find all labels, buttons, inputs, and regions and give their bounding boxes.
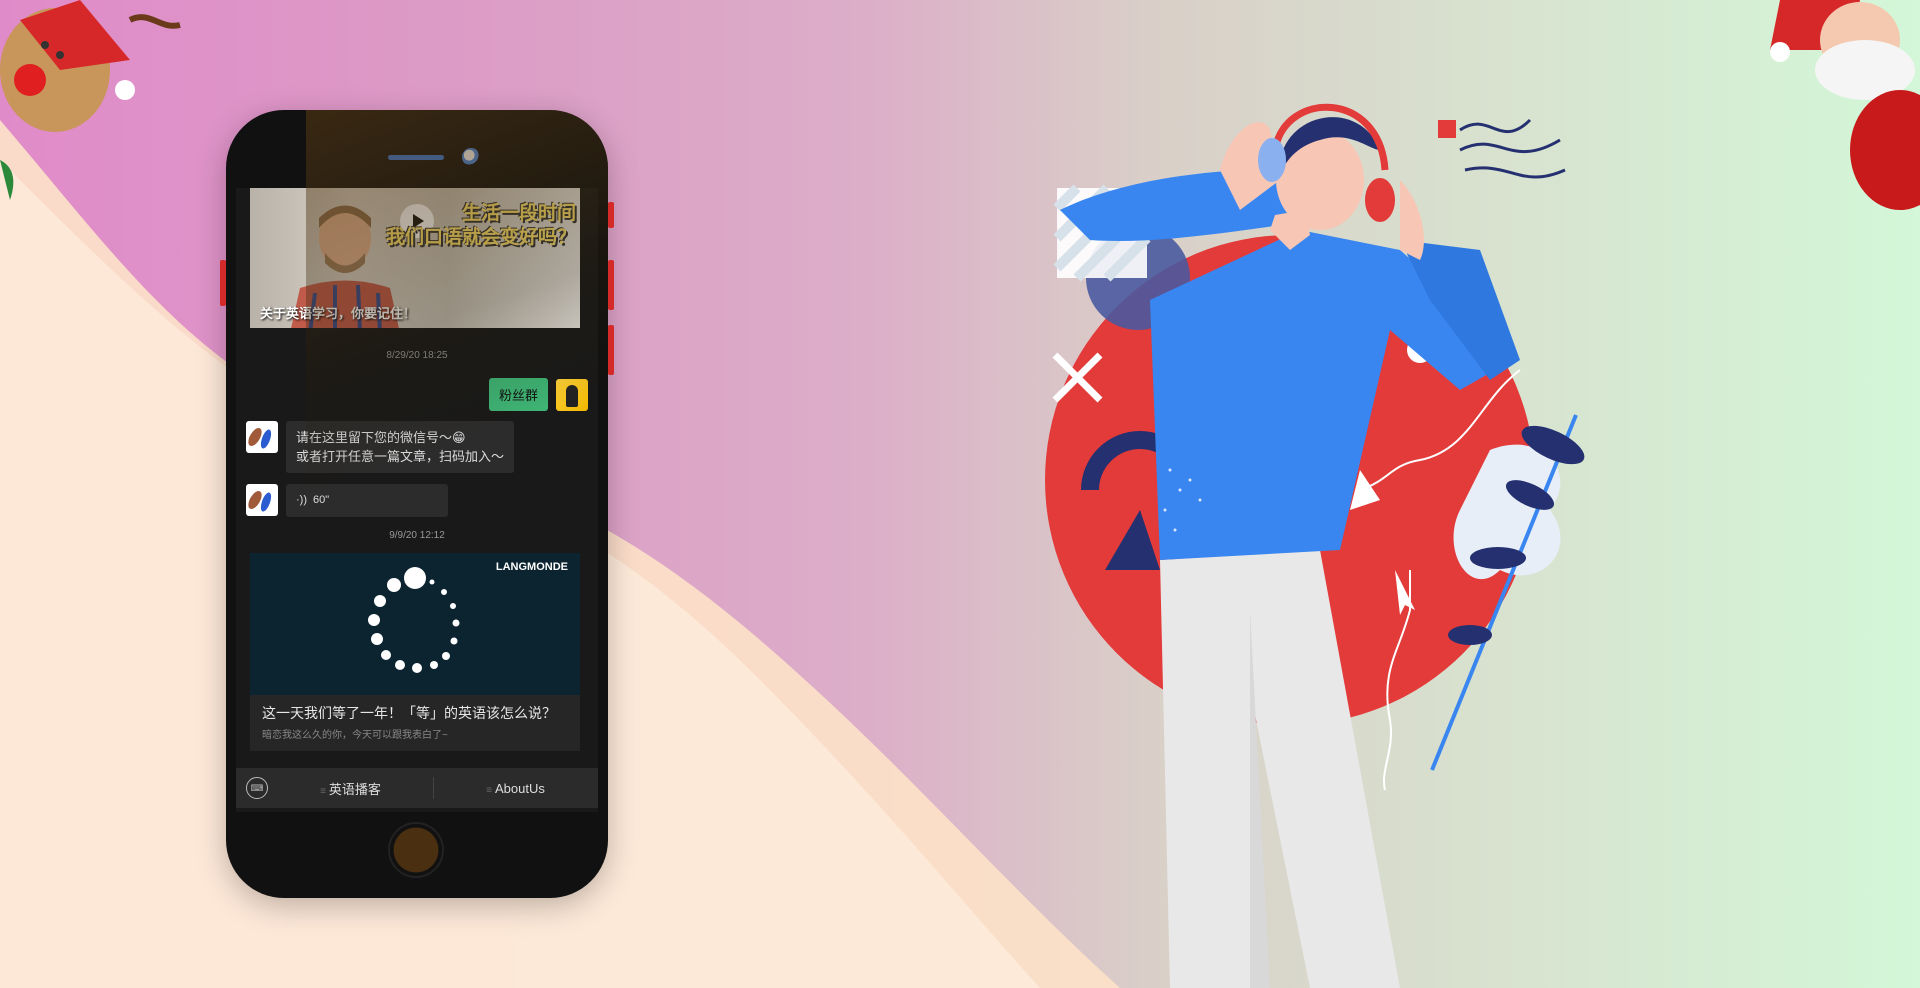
chat-timestamp: 8/29/20 18:25 [386, 350, 448, 361]
home-button[interactable] [388, 822, 444, 878]
article-card[interactable]: LANGMONDE 这一天我们等了一年！「等」的英语该怎么说？ 暗恋我这么久的你… [250, 553, 580, 751]
music-listener-illustration [1045, 103, 1585, 988]
video-title: 生活一段时间 我们口语就会变好吗？ [385, 203, 576, 248]
video-card[interactable]: 生活一段时间 我们口语就会变好吗？ 关于英语学习，你要记住！ [250, 188, 580, 328]
other-message-bubble[interactable]: 请在这里留下您的微信号～😁 或者打开任意一篇文章，扫码加入～ [286, 421, 515, 473]
menu-item-english-podcast[interactable]: ≡ 英语播客 [268, 779, 433, 798]
phone-speaker [388, 155, 444, 160]
phone-camera [462, 148, 480, 166]
article-title: 这一天我们等了一年！「等」的英语该怎么说？ [262, 705, 556, 721]
phone-side-button [608, 260, 614, 310]
voice-duration: 60" [313, 494, 330, 506]
chat-screen: 生活一段时间 我们口语就会变好吗？ 关于英语学习，你要记住！ 8/29/20 1… [236, 188, 598, 812]
article-cover: LANGMONDE [250, 553, 580, 695]
voice-wave-icon: ·)) [296, 494, 307, 506]
official-account-avatar[interactable] [246, 484, 278, 516]
menu-item-about-us[interactable]: ≡ AboutUs [433, 776, 598, 799]
phone-side-button [220, 260, 226, 306]
voice-message-bubble[interactable]: ·)) 60" [286, 484, 448, 517]
santa-decoration [1770, 0, 1920, 210]
menu-list-icon: ≡ [486, 784, 492, 796]
reindeer-decoration [0, 0, 181, 200]
menu-list-icon: ≡ [320, 785, 326, 797]
official-account-avatar[interactable] [246, 421, 278, 453]
loading-dots-graphic [368, 567, 460, 673]
phone-side-button [608, 202, 614, 228]
video-caption: 关于英语学习，你要记住！ [260, 306, 417, 321]
bottom-menu-bar: ⌨ ≡ 英语播客 ≡ AboutUs [236, 768, 598, 808]
chat-timestamp: 9/9/20 12:12 [389, 530, 445, 541]
phone-mockup: 生活一段时间 我们口语就会变好吗？ 关于英语学习，你要记住！ 8/29/20 1… [220, 110, 614, 898]
phone-side-button [608, 325, 614, 375]
self-message: 粉丝群 [488, 378, 588, 411]
self-message-bubble[interactable]: 粉丝群 [488, 378, 548, 411]
article-subtitle: 暗恋我这么久的你，今天可以跟我表白了~ [262, 730, 448, 741]
self-avatar[interactable] [556, 378, 588, 411]
article-brand: LANGMONDE [495, 561, 568, 573]
keyboard-icon[interactable]: ⌨ [246, 777, 268, 799]
voice-message: ·)) 60" [246, 484, 448, 517]
other-message: 请在这里留下您的微信号～😁 或者打开任意一篇文章，扫码加入～ [246, 421, 515, 473]
